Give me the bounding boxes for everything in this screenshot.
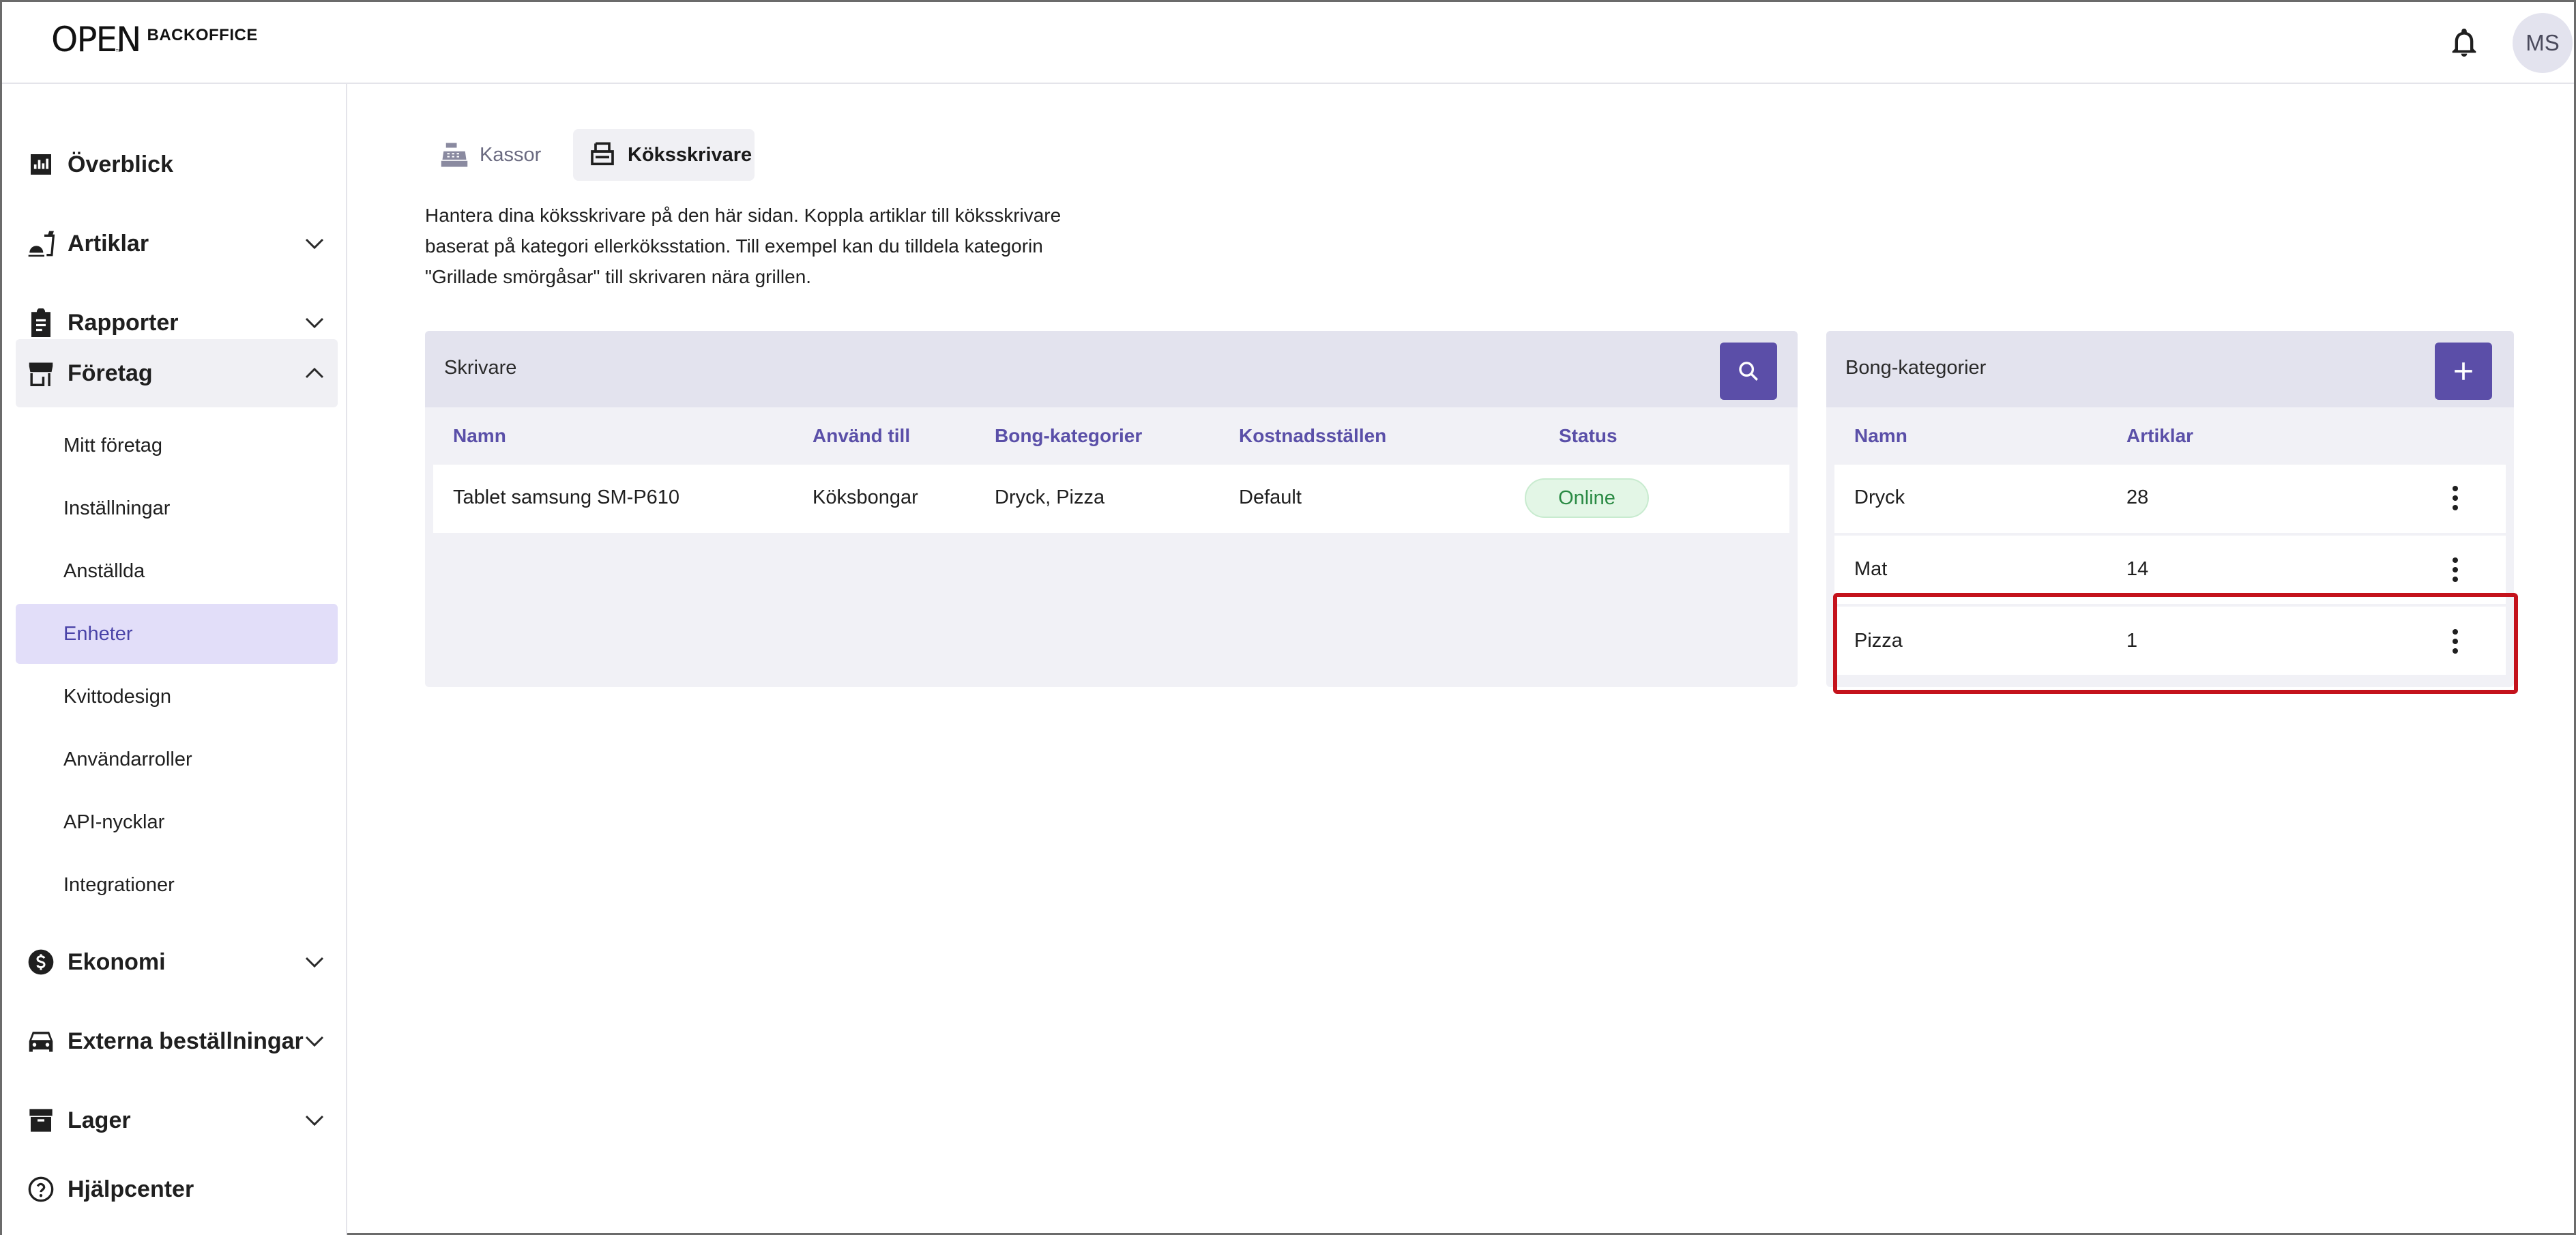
category-name: Dryck: [1854, 486, 1905, 508]
categories-panel-title: Bong-kategorier: [1845, 357, 1987, 379]
column-header-namn[interactable]: Namn: [453, 425, 506, 447]
sidebar-item-artiklar[interactable]: Artiklar: [16, 214, 338, 273]
categories-panel-header: Bong-kategorier: [1826, 331, 2514, 407]
app-window: OPEN ™ BACKOFFICE MS Överblick Artiklar: [0, 0, 2576, 1235]
more-vertical-icon[interactable]: [2442, 480, 2469, 517]
tab-koksskrivare[interactable]: Köksskrivare: [573, 129, 755, 181]
printers-panel-header: Skrivare: [425, 331, 1798, 407]
category-count: 1: [2126, 630, 2138, 652]
sidebar-item-hjalpcenter[interactable]: Hjälpcenter: [16, 1160, 338, 1219]
add-category-button[interactable]: [2435, 343, 2492, 400]
printer-name: Tablet samsung SM-P610: [453, 486, 680, 508]
logo-trademark: ™: [115, 48, 122, 56]
sidebar-item-label: Externa beställningar: [68, 1028, 304, 1054]
search-icon: [1739, 362, 1758, 381]
category-row[interactable]: [1834, 607, 2506, 675]
category-name: Mat: [1854, 558, 1888, 580]
logo-mark-text: OPEN: [51, 20, 142, 59]
food-icon: [25, 228, 57, 259]
printer-icon: [588, 141, 617, 169]
sidebar-subitem-label: Användarroller: [63, 748, 192, 770]
category-count: 28: [2126, 486, 2149, 508]
printer-use: Köksbongar: [813, 486, 918, 508]
archive-icon: [25, 1105, 57, 1136]
sidebar-subitem-installningar[interactable]: Inställningar: [16, 478, 338, 538]
sidebar-item-label: Rapporter: [68, 309, 179, 336]
column-header-status[interactable]: Status: [1559, 425, 1618, 447]
sidebar-subitem-label: Mitt företag: [63, 434, 163, 456]
column-header-kostnadsstallen[interactable]: Kostnadsställen: [1239, 425, 1386, 447]
store-icon: [25, 358, 57, 389]
sidebar-item-label: Överblick: [68, 151, 173, 177]
chevron-down-icon: [302, 1108, 327, 1133]
column-header-anvand-till[interactable]: Använd till: [813, 425, 910, 447]
more-vertical-icon[interactable]: [2442, 623, 2469, 660]
dollar-icon: [25, 946, 57, 978]
tab-label: Köksskrivare: [628, 143, 752, 166]
plus-icon: [2455, 362, 2472, 380]
more-vertical-icon[interactable]: [2442, 551, 2469, 588]
sidebar-item-foretag[interactable]: Företag: [16, 339, 338, 407]
sidebar-item-label: Lager: [68, 1107, 131, 1133]
sidebar-item-lager[interactable]: Lager: [16, 1091, 338, 1150]
status-badge: Online: [1525, 478, 1649, 518]
printer-categories: Dryck, Pizza: [995, 486, 1105, 508]
column-header-artiklar[interactable]: Artiklar: [2126, 425, 2193, 447]
category-count: 14: [2126, 558, 2149, 580]
logo-mark: OPEN ™: [51, 20, 142, 59]
cash-register-icon: [440, 141, 469, 169]
column-header-namn[interactable]: Namn: [1854, 425, 1907, 447]
sidebar-subitem-kvittodesign[interactable]: Kvittodesign: [16, 667, 338, 727]
chevron-down-icon: [302, 950, 327, 974]
search-button[interactable]: [1720, 343, 1777, 400]
sidebar-subitem-anvandarroller[interactable]: Användarroller: [16, 729, 338, 789]
sidebar-item-label: Ekonomi: [68, 948, 166, 975]
top-header: OPEN ™ BACKOFFICE MS: [2, 2, 2574, 84]
sidebar-subitem-label: Anställda: [63, 560, 145, 582]
sidebar-item-overblick[interactable]: Överblick: [16, 135, 338, 194]
sidebar-subitem-anstallda[interactable]: Anställda: [16, 541, 338, 601]
chevron-down-icon: [302, 1029, 327, 1054]
chevron-up-icon: [302, 361, 327, 386]
help-icon: [25, 1174, 57, 1205]
chevron-down-icon: [302, 310, 327, 335]
car-icon: [25, 1026, 57, 1057]
sidebar-subitem-enheter[interactable]: Enheter: [16, 604, 338, 664]
chevron-down-icon: [302, 231, 327, 256]
tab-label: Kassor: [480, 143, 542, 166]
sidebar-item-label: Företag: [68, 360, 153, 386]
sidebar-subitem-api-nycklar[interactable]: API-nycklar: [16, 792, 338, 852]
page-description: Hantera dina köksskrivare på den här sid…: [425, 205, 1062, 287]
logo-wordmark: BACKOFFICE: [147, 26, 258, 44]
column-header-bong-kategorier[interactable]: Bong-kategorier: [995, 425, 1142, 447]
sidebar-subitem-label: Integrationer: [63, 873, 175, 896]
sidebar-subitem-label: API-nycklar: [63, 811, 165, 833]
sidebar-subitem-label: Kvittodesign: [63, 685, 171, 708]
tab-kassor[interactable]: Kassor: [425, 129, 548, 181]
chart-icon: [25, 149, 57, 180]
printers-panel-title: Skrivare: [444, 357, 517, 379]
bell-icon[interactable]: [2448, 27, 2480, 59]
category-name: Pizza: [1854, 630, 1903, 652]
sidebar-subitem-label: Enheter: [63, 622, 133, 645]
sidebar-item-ekonomi[interactable]: Ekonomi: [16, 933, 338, 991]
user-avatar[interactable]: MS: [2513, 13, 2573, 73]
sidebar-subitem-integrationer[interactable]: Integrationer: [16, 855, 338, 915]
sidebar: Överblick Artiklar Rapporter Företag Mit…: [2, 84, 347, 1235]
logo[interactable]: OPEN ™ BACKOFFICE: [51, 23, 258, 57]
printer-cost-center: Default: [1239, 486, 1302, 508]
sidebar-item-label: Artiklar: [68, 230, 149, 257]
clipboard-icon: [25, 307, 57, 338]
sidebar-item-externa-bestallningar[interactable]: Externa beställningar: [16, 1012, 338, 1071]
sidebar-item-label: Hjälpcenter: [68, 1176, 194, 1202]
category-row[interactable]: [1834, 536, 2506, 604]
sidebar-subitem-label: Inställningar: [63, 497, 171, 519]
category-row[interactable]: [1834, 465, 2506, 533]
sidebar-subitem-mitt-foretag[interactable]: Mitt företag: [16, 416, 338, 476]
